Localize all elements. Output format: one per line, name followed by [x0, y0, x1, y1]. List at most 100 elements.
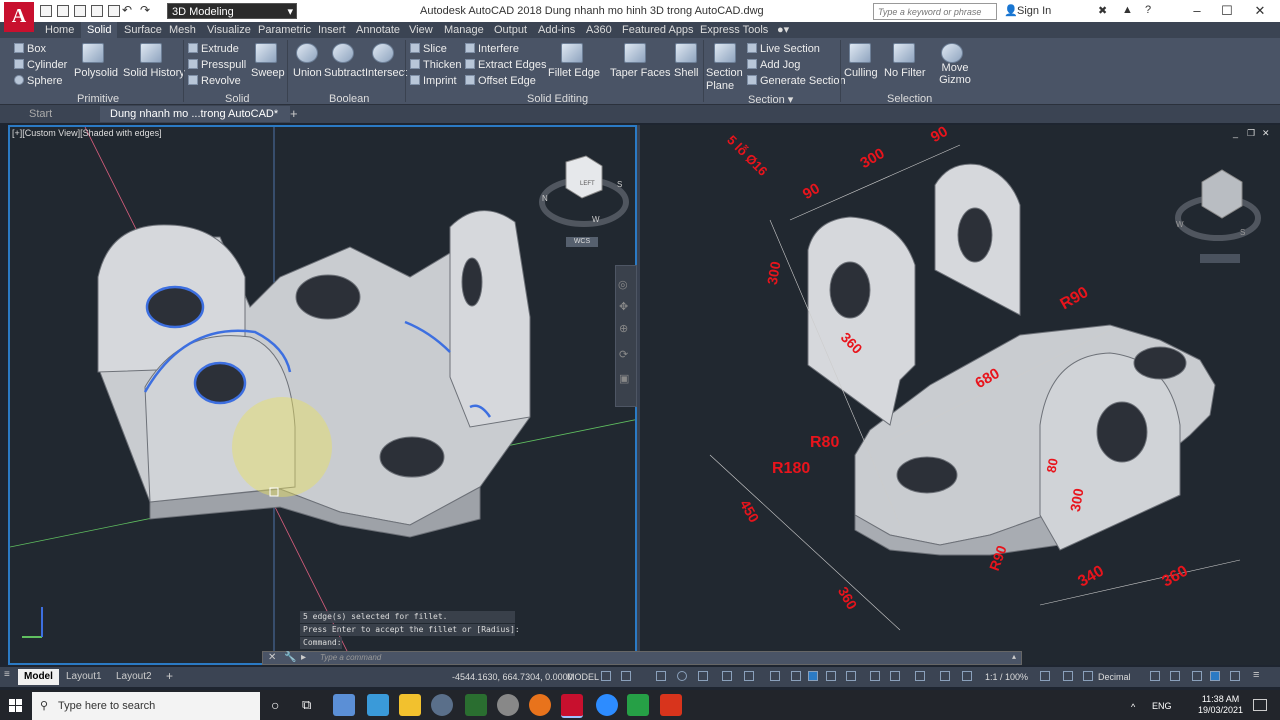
units-select[interactable]: Decimal: [1098, 672, 1131, 682]
plot-icon[interactable]: [108, 5, 120, 17]
culling-button[interactable]: Culling: [844, 67, 878, 79]
generate-section-button[interactable]: Generate Section: [747, 75, 846, 87]
lineweight-icon[interactable]: [770, 671, 780, 681]
slice-button[interactable]: Slice: [410, 43, 447, 55]
workspace-select[interactable]: 3D Modeling ▾: [167, 3, 297, 19]
tab-visualize[interactable]: Visualize: [201, 22, 257, 38]
workspace-switching-icon[interactable]: [1040, 671, 1050, 681]
taper-faces-icon[interactable]: [624, 43, 646, 63]
extract-edges-button[interactable]: Extract Edges: [465, 59, 546, 71]
calculator-app-icon[interactable]: [333, 694, 355, 716]
tab-drawing[interactable]: Dung nhanh mo ...trong AutoCAD*✕: [100, 106, 290, 136]
object-snap-icon[interactable]: [744, 671, 754, 681]
fillet-edge-icon[interactable]: [561, 43, 583, 63]
firefox-icon[interactable]: [529, 694, 551, 716]
viewcube-right[interactable]: [1172, 160, 1264, 260]
sweep-button[interactable]: Sweep: [251, 67, 285, 79]
polysolid-button[interactable]: Polysolid: [74, 67, 118, 79]
model-space-toggle[interactable]: MODEL: [567, 672, 599, 682]
tab-output[interactable]: Output: [488, 22, 533, 38]
intersect-icon[interactable]: [372, 43, 394, 63]
file-explorer-icon[interactable]: [399, 694, 421, 716]
viewcube-cube[interactable]: [565, 155, 603, 199]
tab-manage[interactable]: Manage: [438, 22, 490, 38]
taper-faces-button[interactable]: Taper Faces: [610, 67, 671, 79]
tab-layout1[interactable]: Layout1: [60, 669, 108, 685]
customize-icon[interactable]: 🔧: [284, 652, 296, 663]
excel-app-icon[interactable]: [465, 694, 487, 716]
tab-start[interactable]: Start: [17, 106, 64, 122]
tab-annotate[interactable]: Annotate: [350, 22, 406, 38]
zalo-app-icon[interactable]: [596, 694, 618, 716]
new-layout-icon[interactable]: +: [166, 669, 173, 683]
union-icon[interactable]: [296, 43, 318, 63]
tab-solid[interactable]: Solid: [81, 22, 118, 38]
steering-wheel-icon[interactable]: ◎: [618, 278, 628, 291]
shell-button[interactable]: Shell: [674, 67, 698, 79]
fillet-edge-button[interactable]: Fillet Edge: [548, 67, 600, 79]
grid-icon[interactable]: [601, 671, 611, 681]
notifications-icon[interactable]: [1253, 699, 1267, 711]
taskbar-search-input[interactable]: Type here to search: [32, 692, 260, 720]
mail-app-icon[interactable]: [367, 694, 389, 716]
subtract-icon[interactable]: [332, 43, 354, 63]
move-gizmo-select[interactable]: Move Gizmo: [937, 62, 973, 86]
close-button[interactable]: ✕: [1245, 2, 1275, 20]
presspull-button[interactable]: Presspull: [188, 59, 246, 71]
exchange-icon[interactable]: ✖: [1098, 4, 1107, 17]
add-jog-button[interactable]: Add Jog: [747, 59, 800, 71]
taskbar-clock[interactable]: 11:38 AM 19/03/2021: [1198, 694, 1243, 716]
recorder-app-icon[interactable]: [660, 694, 682, 716]
language-indicator[interactable]: ENG: [1152, 701, 1172, 711]
annotation-scale-icon[interactable]: [962, 671, 972, 681]
cylinder-button[interactable]: Cylinder: [14, 59, 67, 71]
showmotion-icon[interactable]: ▣: [619, 372, 629, 385]
open-icon[interactable]: [57, 5, 69, 17]
tab-insert[interactable]: Insert: [312, 22, 352, 38]
cortana-icon[interactable]: ○: [271, 697, 279, 713]
quick-properties-icon[interactable]: [1150, 671, 1160, 681]
auto-scale-icon[interactable]: [940, 671, 950, 681]
panel-label-boolean[interactable]: Boolean: [329, 93, 369, 105]
move-gizmo-icon[interactable]: [941, 43, 963, 63]
transparency-icon[interactable]: [791, 671, 801, 681]
no-filter-icon[interactable]: [893, 43, 915, 63]
tab-surface[interactable]: Surface: [118, 22, 168, 38]
tab-mesh[interactable]: Mesh: [163, 22, 202, 38]
viewcube-left[interactable]: [538, 150, 630, 250]
customization-icon[interactable]: ≡: [1253, 669, 1259, 681]
recent-commands-icon[interactable]: ▸: [301, 652, 306, 663]
tab-a360[interactable]: A360: [580, 22, 618, 38]
restore-viewport-icon[interactable]: ❐: [1247, 128, 1255, 139]
hardware-acceleration-icon[interactable]: [1210, 671, 1220, 681]
object-snap-tracking-icon[interactable]: [722, 671, 732, 681]
tab-home[interactable]: Home: [39, 22, 80, 38]
imprint-button[interactable]: Imprint: [410, 75, 457, 87]
section-plane-button[interactable]: Section Plane: [706, 67, 746, 91]
tab-view[interactable]: View: [403, 22, 439, 38]
thicken-button[interactable]: Thicken: [410, 59, 462, 71]
isodraft-icon[interactable]: [698, 671, 708, 681]
polar-icon[interactable]: [677, 671, 687, 681]
offset-edge-button[interactable]: Offset Edge: [465, 75, 536, 87]
command-input[interactable]: Type a command: [320, 653, 381, 662]
sweep-icon[interactable]: [255, 43, 277, 63]
minimize-button[interactable]: –: [1182, 2, 1212, 20]
selection-cycling-icon[interactable]: [808, 671, 818, 681]
help-search-input[interactable]: Type a keyword or phrase: [873, 3, 997, 20]
save-icon[interactable]: [74, 5, 86, 17]
isolate-objects-icon[interactable]: [1192, 671, 1202, 681]
culling-icon[interactable]: [849, 43, 871, 63]
panel-label-primitive[interactable]: Primitive: [77, 93, 119, 105]
save-as-icon[interactable]: [91, 5, 103, 17]
task-view-icon[interactable]: ⧉: [302, 697, 311, 713]
viewport-controls-label[interactable]: [+][Custom View][Shaded with edges]: [12, 128, 162, 138]
sphere-button[interactable]: Sphere: [14, 75, 62, 87]
coordinate-readout[interactable]: -4544.1630, 664.7304, 0.0000: [452, 672, 573, 682]
layout-menu-icon[interactable]: ≡: [4, 669, 10, 680]
help-icon[interactable]: ?: [1145, 4, 1151, 16]
close-viewport-icon[interactable]: ✕: [1262, 128, 1270, 139]
shell-icon[interactable]: [675, 43, 697, 63]
close-command-line-icon[interactable]: ✕: [268, 652, 276, 663]
intersect-button[interactable]: Intersect: [365, 67, 407, 79]
